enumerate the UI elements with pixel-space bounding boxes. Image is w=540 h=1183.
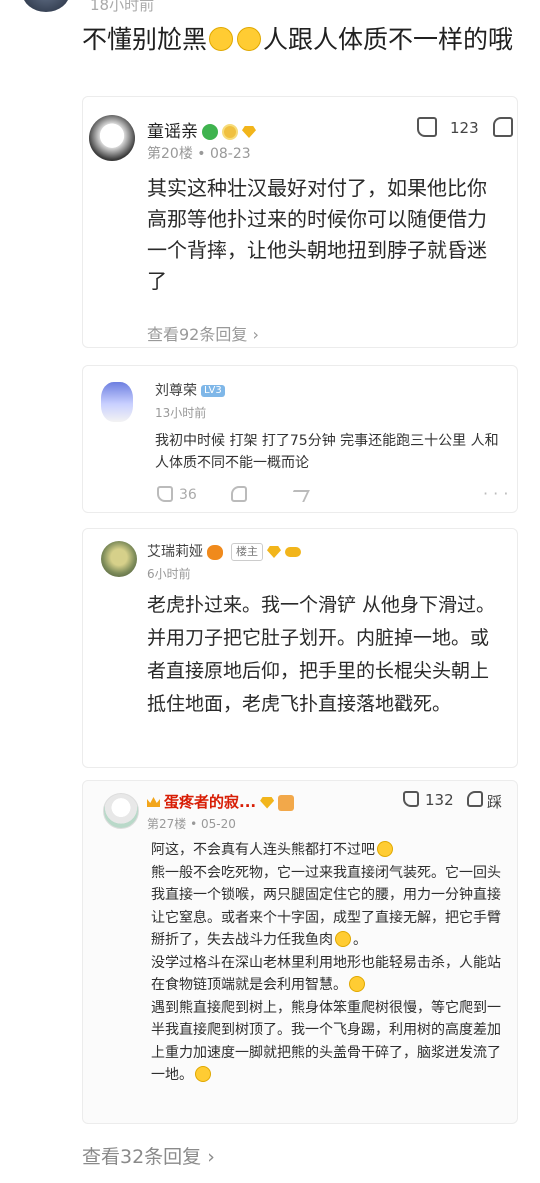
laugh-emoji-icon: [209, 27, 234, 51]
smile-emoji-icon: [377, 841, 393, 857]
view-replies-link[interactable]: 查看92条回复 ›: [147, 321, 259, 345]
avatar[interactable]: [103, 793, 139, 829]
dislike-label[interactable]: 踩: [487, 791, 502, 812]
like-count: 132: [425, 791, 454, 809]
comment-meta: 13小时前: [155, 406, 207, 420]
laugh-emoji-icon: [195, 1066, 211, 1082]
thumbs-up-icon[interactable]: [417, 117, 437, 137]
username-text: 刘尊荣: [155, 383, 197, 399]
like-count: 36: [179, 487, 197, 503]
comment-text: 其实这种壮汉最好对付了，如果他比你高那等他扑过来的时候你可以随便借力一个背摔，让…: [147, 176, 487, 293]
thumbs-down-icon[interactable]: [231, 486, 247, 502]
comment-text-line: 没学过格斗在深山老林里利用地形也能轻易击杀，人能站在食物链顶端就是会利用智慧。: [151, 954, 501, 994]
comment-meta: 第20楼 • 08-23: [147, 146, 251, 162]
gamepad-badge-icon: [285, 547, 301, 557]
username[interactable]: 艾瑞莉娅 楼主: [147, 541, 301, 561]
comment-meta: 6小时前: [147, 567, 191, 581]
comment-text-line: 阿这，不会真有人连头熊都打不过吧: [151, 842, 375, 858]
owner-tag: 楼主: [231, 543, 263, 561]
avatar[interactable]: [101, 382, 133, 422]
quoted-comment-card-2[interactable]: 刘尊荣 LV3 13小时前 我初中时候 打架 打了75分钟 完事还能跑三十公里 人…: [82, 365, 518, 513]
quoted-comment-card-3[interactable]: 艾瑞莉娅 楼主 6小时前 老虎扑过来。我一个滑铲 从他身下滑过。并用刀子把它肚子划…: [82, 528, 518, 768]
laugh-emoji-icon: [237, 27, 262, 51]
top-timestamp: 18小时前: [90, 0, 155, 14]
username-text: 蛋疼者的寂...: [164, 793, 257, 811]
thumbs-down-icon[interactable]: [467, 791, 483, 807]
username-text: 童谣亲: [147, 122, 198, 142]
root-comment-text-part1: 不懂别尬黑: [82, 25, 208, 54]
comment-meta: 第27楼 • 05-20: [147, 817, 236, 831]
diamond-badge-icon: [267, 546, 281, 558]
more-options-icon[interactable]: · · ·: [483, 484, 508, 503]
username[interactable]: 蛋疼者的寂...: [147, 791, 295, 812]
cool-emoji-icon: [349, 976, 365, 992]
clover-badge-icon: [202, 124, 218, 140]
comment-text: 阿这，不会真有人连头熊都打不过吧 熊一般不会吃死物，它一过来我直接闭气装死。它一…: [151, 841, 501, 1083]
view-replies-link[interactable]: 查看32条回复 ›: [82, 1142, 215, 1169]
root-comment-text-part2: 人跟人体质不一样的哦: [263, 25, 514, 54]
level-badge: LV3: [201, 385, 225, 397]
comment-text-line: 熊一般不会吃死物，它一过来我直接闭气装死。它一回头我直接一个锁喉，两只腿固定住它…: [151, 864, 501, 949]
avatar[interactable]: [101, 541, 137, 577]
root-comment-text: 不懂别尬黑 人跟人体质不一样的哦: [82, 20, 522, 59]
like-count: 123: [450, 119, 479, 137]
avatar[interactable]: [89, 115, 135, 161]
level-badge-icon: [222, 124, 238, 140]
quoted-comment-card-1[interactable]: 童谣亲 第20楼 • 08-23 123 其实这种壮汉最好对付了，如果他比你高那…: [82, 96, 518, 348]
username[interactable]: 童谣亲: [147, 117, 256, 142]
diamond-badge-icon: [260, 796, 275, 809]
quoted-comment-card-4[interactable]: 蛋疼者的寂... 第27楼 • 05-20 132 踩 阿这，不会真有人连头熊都…: [82, 780, 518, 1124]
pumpkin-badge-icon: [207, 544, 223, 560]
crown-icon: [147, 797, 160, 807]
share-icon[interactable]: [288, 490, 310, 502]
thumbs-up-icon[interactable]: [157, 486, 173, 502]
smile-emoji-icon: [335, 931, 351, 947]
diamond-badge-icon: [242, 126, 256, 138]
comment-text: 老虎扑过来。我一个滑铲 从他身下滑过。并用刀子把它肚子划开。内脏掉一地。或者直接…: [147, 594, 496, 715]
vip-badge-icon: [278, 794, 295, 811]
username[interactable]: 刘尊荣 LV3: [155, 380, 225, 400]
username-text: 艾瑞莉娅: [147, 544, 203, 560]
comment-text: 我初中时候 打架 打了75分钟 完事还能跑三十公里 人和人体质不同不能一概而论: [155, 433, 499, 471]
top-user-avatar[interactable]: [22, 0, 70, 12]
thumbs-up-icon[interactable]: [403, 791, 419, 807]
thumbs-down-icon[interactable]: [493, 117, 513, 137]
